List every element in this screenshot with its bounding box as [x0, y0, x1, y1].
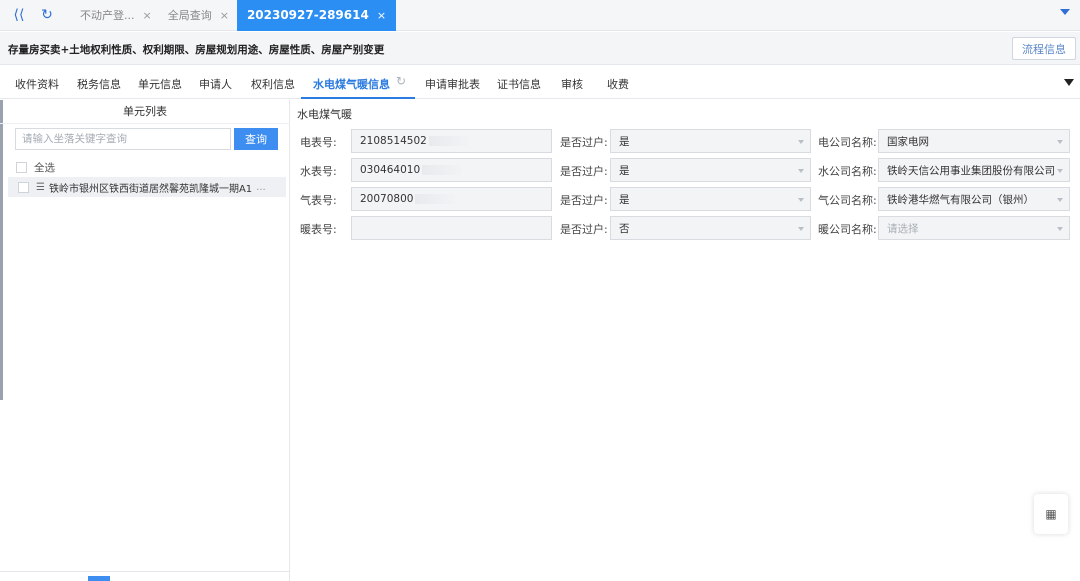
doc-tab-registration[interactable]: 不动产登... ×: [72, 0, 160, 31]
gas-meter-label: 气表号:: [300, 194, 337, 207]
tab-tax-info[interactable]: 税务信息: [77, 76, 121, 92]
title-bar: 存量房买卖+土地权利性质、权利期限、房屋规划用途、房屋性质、房屋产别变更 流程信…: [0, 32, 1080, 65]
water-meter-label: 水表号:: [300, 165, 337, 178]
water-transfer-select[interactable]: 是: [610, 158, 811, 182]
tab-applicant[interactable]: 申请人: [199, 76, 232, 92]
house-icon: ☰: [36, 181, 45, 193]
redacted-mask: [415, 194, 456, 204]
gas-meter-value: 20070800: [360, 193, 414, 205]
gas-company-value: 铁岭港华燃气有限公司（银州）: [887, 193, 1034, 206]
heating-meter-field[interactable]: [351, 216, 552, 240]
heating-transfer-select[interactable]: 否: [610, 216, 811, 240]
section-tabs: 收件资料 税务信息 单元信息 申请人 权利信息 水电煤气暖信息 ↻ 申请审批表 …: [0, 66, 1080, 99]
gas-company-select[interactable]: 铁岭港华燃气有限公司（银州）: [878, 187, 1070, 211]
panel-title: 单元列表: [0, 100, 290, 124]
unit-item-ellipsis: ...: [256, 181, 266, 193]
water-meter-value: 030464010: [360, 164, 421, 176]
tab-unit-info[interactable]: 单元信息: [138, 76, 182, 92]
reload-icon[interactable]: ↻: [396, 74, 406, 88]
grid-add-icon: ▦: [1045, 507, 1057, 521]
heating-company-select[interactable]: 请选择: [878, 216, 1070, 240]
tab-utilities-info[interactable]: 水电煤气暖信息: [313, 76, 390, 92]
tab-review[interactable]: 审核: [561, 76, 583, 92]
redacted-mask: [428, 136, 469, 146]
doc-tab-case[interactable]: 20230927-289614 ×: [236, 0, 397, 31]
gas-company-label: 气公司名称:: [818, 194, 877, 207]
tab-receipt-materials[interactable]: 收件资料: [15, 76, 59, 92]
tab-menu-caret-icon[interactable]: [1060, 9, 1070, 15]
gas-transfer-value: 是: [619, 193, 630, 206]
water-company-label: 水公司名称:: [818, 165, 877, 178]
electric-transfer-select[interactable]: 是: [610, 129, 811, 153]
chevron-down-icon: [1057, 227, 1063, 231]
pager-current[interactable]: [88, 576, 110, 581]
form-row-electricity: 电表号: 2108514502 是否过户: 是 电公司名称: 国家电网: [291, 129, 1080, 153]
electric-transfer-value: 是: [619, 135, 630, 148]
collapse-left-icon[interactable]: ⟨⟨: [8, 4, 30, 26]
chevron-down-icon: [798, 140, 804, 144]
chevron-down-icon: [1057, 198, 1063, 202]
doc-tab-label: 不动产登...: [80, 9, 135, 22]
list-item[interactable]: ☰ 铁岭市银州区铁西街道居然馨苑凯隆城一期A1 ...: [8, 177, 286, 197]
chevron-down-icon: [798, 198, 804, 202]
heating-company-label: 暖公司名称:: [818, 223, 877, 236]
unit-item-label: 铁岭市银州区铁西街道居然馨苑凯隆城一期A1: [48, 183, 253, 195]
water-company-value: 铁岭天信公用事业集团股份有限公司: [887, 164, 1055, 177]
tab-rights-info[interactable]: 权利信息: [251, 76, 295, 92]
chevron-down-icon: [1057, 140, 1063, 144]
water-meter-field[interactable]: 030464010: [351, 158, 552, 182]
section-title: 水电煤气暖: [297, 108, 352, 121]
close-icon[interactable]: ×: [220, 9, 229, 22]
doc-tab-global-query[interactable]: 全局查询 ×: [160, 0, 237, 31]
chevron-down-icon: [798, 227, 804, 231]
form-row-water: 水表号: 030464010 是否过户: 是 水公司名称: 铁岭天信公用事业集团…: [291, 158, 1080, 182]
electric-meter-label: 电表号:: [300, 136, 337, 149]
form-row-gas: 气表号: 20070800 是否过户: 是 气公司名称: 铁岭港华燃气有限公司（…: [291, 187, 1080, 211]
close-icon[interactable]: ×: [377, 9, 386, 22]
electric-company-value: 国家电网: [887, 135, 929, 148]
more-tabs-caret-icon[interactable]: [1064, 79, 1074, 86]
flow-info-button[interactable]: 流程信息: [1012, 37, 1076, 60]
utilities-form: 水电煤气暖 电表号: 2108514502 是否过户: 是 电公司名称: 国家电…: [291, 100, 1080, 581]
refresh-icon[interactable]: ↻: [36, 4, 58, 26]
tab-fees[interactable]: 收费: [607, 76, 629, 92]
active-tab-indicator: [301, 97, 415, 99]
tab-application-approval[interactable]: 申请审批表: [425, 76, 480, 92]
chevron-down-icon: [1057, 169, 1063, 173]
doc-tab-label: 20230927-289614: [246, 8, 369, 22]
top-tab-bar: ⟨⟨ ↻ 不动产登... × 全局查询 × 20230927-289614 ×: [0, 0, 1080, 31]
pager-bar: [0, 571, 290, 581]
redacted-mask: [422, 165, 463, 175]
form-row-heating: 暖表号: 是否过户: 否 暖公司名称: 请选择: [291, 216, 1080, 240]
transfer-label: 是否过户:: [560, 165, 608, 178]
search-button[interactable]: 查询: [234, 128, 278, 150]
chevron-down-icon: [798, 169, 804, 173]
heating-company-placeholder: 请选择: [887, 222, 919, 235]
search-input[interactable]: [15, 128, 231, 150]
heating-transfer-value: 否: [619, 222, 630, 235]
transfer-label: 是否过户:: [560, 223, 608, 236]
electric-company-label: 电公司名称:: [818, 136, 877, 149]
unit-list-panel: 单元列表 查询 全选 ☰ 铁岭市银州区铁西街道居然馨苑凯隆城一期A1 ...: [0, 100, 290, 581]
scrollbar[interactable]: [0, 100, 3, 400]
gas-transfer-select[interactable]: 是: [610, 187, 811, 211]
electric-meter-value: 2108514502: [360, 135, 427, 147]
floating-tool-button[interactable]: ▦: [1034, 494, 1068, 534]
page-title: 存量房买卖+土地权利性质、权利期限、房屋规划用途、房屋性质、房屋产别变更: [8, 44, 385, 56]
select-all-row[interactable]: 全选: [16, 160, 55, 175]
doc-tab-label: 全局查询: [167, 9, 212, 22]
select-all-label: 全选: [34, 162, 55, 174]
select-all-checkbox[interactable]: [16, 162, 27, 173]
water-transfer-value: 是: [619, 164, 630, 177]
unit-checkbox[interactable]: [18, 181, 29, 193]
close-icon[interactable]: ×: [143, 9, 152, 22]
water-company-select[interactable]: 铁岭天信公用事业集团股份有限公司: [878, 158, 1070, 182]
electric-meter-field[interactable]: 2108514502: [351, 129, 552, 153]
transfer-label: 是否过户:: [560, 194, 608, 207]
transfer-label: 是否过户:: [560, 136, 608, 149]
tab-certificate-info[interactable]: 证书信息: [497, 76, 541, 92]
gas-meter-field[interactable]: 20070800: [351, 187, 552, 211]
heating-meter-label: 暖表号:: [300, 223, 337, 236]
electric-company-select[interactable]: 国家电网: [878, 129, 1070, 153]
